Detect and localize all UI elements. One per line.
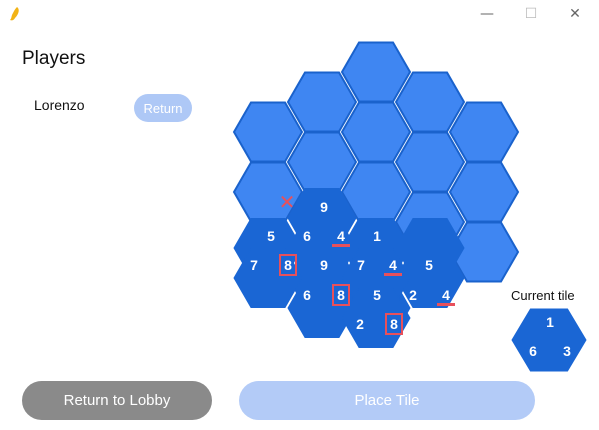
tile-number: 2 — [356, 316, 364, 332]
empty-hex-cell[interactable] — [286, 131, 358, 193]
tile-number: 4 — [337, 228, 345, 244]
tile-number: 5 — [267, 228, 275, 244]
current-tile-number: 6 — [529, 343, 537, 359]
empty-hex-cell[interactable] — [340, 101, 412, 163]
empty-hex-cell[interactable] — [340, 41, 412, 103]
current-tile-number: 1 — [546, 314, 554, 330]
tile-number: 9 — [320, 199, 328, 215]
place-tile-button[interactable]: Place Tile — [239, 381, 535, 420]
tile-number: 2 — [409, 287, 417, 303]
tile-number: 1 — [373, 228, 381, 244]
tile-number: 4 — [389, 257, 397, 273]
current-tile-number: 3 — [563, 343, 571, 359]
hex-board: 95 6 4 17 8 9 7 4 56 8 5 2 42 8✕ 16 3 — [232, 41, 587, 372]
tile-number: 8 — [284, 257, 292, 273]
empty-hex-cell[interactable] — [232, 101, 304, 163]
tile-number: 5 — [373, 287, 381, 303]
tile-number: 8 — [390, 316, 398, 332]
tile-number: 6 — [303, 228, 311, 244]
match-underline — [332, 244, 350, 247]
tile-number: 7 — [357, 257, 365, 273]
empty-hex-cell[interactable] — [394, 71, 466, 133]
tile-number: 8 — [337, 287, 345, 303]
match-underline — [384, 273, 402, 276]
empty-hex-cell[interactable] — [286, 71, 358, 133]
tile-number: 7 — [250, 257, 258, 273]
match-underline — [437, 303, 455, 306]
empty-hex-cell[interactable] — [448, 101, 520, 163]
invalid-marker-icon: ✕ — [279, 190, 296, 214]
current-tile-label: Current tile — [511, 288, 575, 303]
tile-number: 5 — [425, 257, 433, 273]
tile-number: 9 — [320, 257, 328, 273]
tile-number: 6 — [303, 287, 311, 303]
tile-number: 4 — [442, 287, 450, 303]
empty-hex-cell[interactable] — [448, 161, 520, 223]
return-to-lobby-button[interactable]: Return to Lobby — [22, 381, 212, 420]
empty-hex-cell[interactable] — [394, 131, 466, 193]
